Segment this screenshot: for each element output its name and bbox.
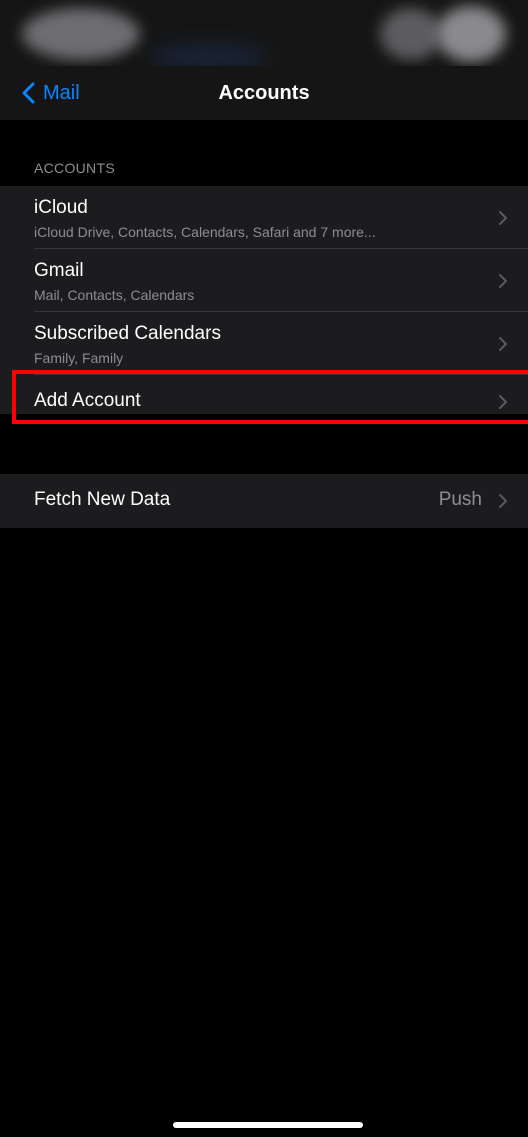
- account-subtitle: Mail, Contacts, Calendars: [34, 287, 195, 303]
- accounts-list: iCloud iCloud Drive, Contacts, Calendars…: [0, 186, 528, 414]
- status-bar-battery-blurred: [436, 6, 506, 62]
- navigation-bar: Accounts Mail: [0, 66, 528, 120]
- account-title: Subscribed Calendars: [34, 323, 221, 344]
- chevron-right-icon: [499, 273, 507, 288]
- section-header-accounts: ACCOUNTS: [34, 160, 115, 176]
- chevron-right-icon: [499, 395, 507, 409]
- fetch-new-data-label: Fetch New Data: [34, 489, 171, 510]
- add-account-button[interactable]: Add Account: [0, 375, 528, 429]
- add-account-label: Add Account: [34, 390, 141, 411]
- fetch-new-data-value: Push: [438, 489, 482, 510]
- status-bar-time-blurred: [22, 8, 140, 60]
- chevron-left-icon: [22, 82, 35, 104]
- account-row-subscribed-calendars[interactable]: Subscribed Calendars Family, Family: [0, 312, 528, 375]
- fetch-new-data-row[interactable]: Fetch New Data Push: [0, 474, 528, 528]
- account-subtitle: iCloud Drive, Contacts, Calendars, Safar…: [34, 224, 376, 240]
- status-bar-tint: [150, 48, 270, 66]
- chevron-right-icon: [499, 210, 507, 225]
- chevron-right-icon: [499, 336, 507, 351]
- account-row-icloud[interactable]: iCloud iCloud Drive, Contacts, Calendars…: [0, 186, 528, 249]
- back-button[interactable]: Mail: [22, 66, 80, 120]
- fetch-settings-list: Fetch New Data Push: [0, 474, 528, 528]
- home-indicator[interactable]: [173, 1122, 363, 1128]
- back-button-label: Mail: [43, 81, 80, 104]
- account-title: iCloud: [34, 197, 88, 218]
- status-bar: [0, 0, 528, 66]
- chevron-right-icon: [499, 494, 507, 508]
- account-subtitle: Family, Family: [34, 350, 124, 366]
- account-title: Gmail: [34, 260, 84, 281]
- account-row-gmail[interactable]: Gmail Mail, Contacts, Calendars: [0, 249, 528, 312]
- status-bar-signal-blurred: [380, 8, 442, 60]
